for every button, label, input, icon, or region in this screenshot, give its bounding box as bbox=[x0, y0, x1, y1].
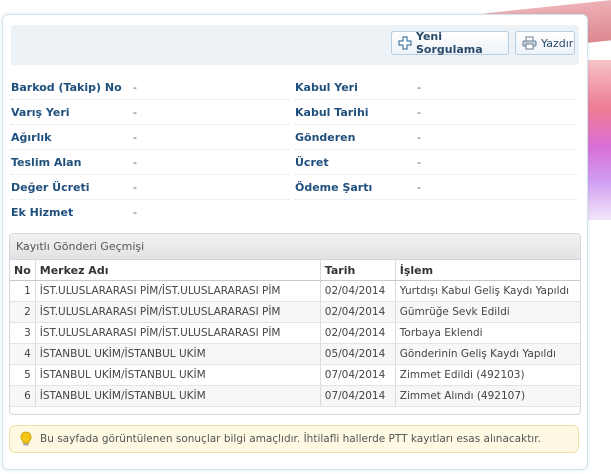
info-label: Gönderen bbox=[295, 130, 356, 144]
info-value: - bbox=[133, 180, 137, 194]
cell-center: İSTANBUL UKİM/İSTANBUL UKİM bbox=[35, 343, 321, 365]
plus-icon bbox=[398, 36, 412, 50]
info-row-weight: Ağırlık - bbox=[11, 125, 289, 150]
info-label: Barkod (Takip) No bbox=[11, 80, 122, 94]
info-value: - bbox=[417, 180, 421, 194]
info-label: Ağırlık bbox=[11, 130, 52, 144]
info-value: - bbox=[417, 105, 421, 119]
column-header-center: Merkez Adı bbox=[35, 260, 321, 281]
info-row-fee: Ücret - bbox=[295, 150, 577, 175]
info-label: Ödeme Şartı bbox=[295, 180, 373, 194]
cell-no: 5 bbox=[10, 364, 36, 386]
cell-date: 02/04/2014 bbox=[320, 280, 396, 302]
cell-center: İST.ULUSLARARASI PİM/İST.ULUSLARARASI Pİ… bbox=[35, 322, 321, 344]
shipment-history: Kayıtlı Gönderi Geçmişi No Merkez Adı Ta… bbox=[9, 233, 581, 415]
info-row-extra-service: Ek Hizmet - bbox=[11, 200, 289, 224]
info-value: - bbox=[133, 130, 137, 144]
cell-center: İSTANBUL UKİM/İSTANBUL UKİM bbox=[35, 385, 321, 407]
cell-date: 02/04/2014 bbox=[320, 301, 396, 323]
history-title: Kayıtlı Gönderi Geçmişi bbox=[10, 234, 580, 260]
cell-action: Torbaya Eklendi bbox=[395, 322, 580, 344]
table-row: 1 İST.ULUSLARARASI PİM/İST.ULUSLARARASI … bbox=[10, 280, 580, 302]
column-header-action: İşlem bbox=[395, 260, 580, 281]
cell-date: 07/04/2014 bbox=[320, 364, 396, 386]
cell-action: Yurtdışı Kabul Geliş Kaydı Yapıldı bbox=[395, 280, 580, 302]
info-value: - bbox=[133, 205, 137, 219]
cell-no: 3 bbox=[10, 322, 36, 344]
table-row: 5 İSTANBUL UKİM/İSTANBUL UKİM 07/04/2014… bbox=[10, 364, 580, 386]
cell-action: Gönderinin Geliş Kaydı Yapıldı bbox=[395, 343, 580, 365]
cell-no: 2 bbox=[10, 301, 36, 323]
print-button[interactable]: Yazdır bbox=[515, 31, 575, 55]
info-value: - bbox=[417, 80, 421, 94]
table-row: 3 İST.ULUSLARARASI PİM/İST.ULUSLARARASI … bbox=[10, 322, 580, 344]
info-row-acceptance-place: Kabul Yeri - bbox=[295, 75, 577, 100]
cell-date: 05/04/2014 bbox=[320, 343, 396, 365]
tracking-panel: Yeni Sorgulama Yazdır Barkod (Takip) No -… bbox=[2, 14, 588, 470]
toolbar: Yeni Sorgulama Yazdır bbox=[11, 25, 579, 65]
lightbulb-icon bbox=[20, 431, 32, 447]
shipment-info-right: Kabul Yeri - Kabul Tarihi - Gönderen - Ücre… bbox=[295, 75, 577, 200]
shipment-info-left: Barkod (Takip) No - Varış Yeri - Ağırlık - … bbox=[11, 75, 289, 224]
cell-date: 07/04/2014 bbox=[320, 385, 396, 407]
table-row: 2 İST.ULUSLARARASI PİM/İST.ULUSLARARASI … bbox=[10, 301, 580, 323]
table-row: 6 İSTANBUL UKİM/İSTANBUL UKİM 07/04/2014… bbox=[10, 385, 580, 407]
column-header-no: No bbox=[10, 260, 36, 281]
print-label: Yazdır bbox=[541, 36, 574, 50]
cell-date: 02/04/2014 bbox=[320, 322, 396, 344]
info-row-barcode: Barkod (Takip) No - bbox=[11, 75, 289, 100]
history-table: No Merkez Adı Tarih İşlem 1 İST.ULUSLARA… bbox=[10, 260, 580, 407]
info-value: - bbox=[133, 105, 137, 119]
info-label: Kabul Tarihi bbox=[295, 105, 369, 119]
history-header-row: No Merkez Adı Tarih İşlem bbox=[10, 260, 580, 281]
info-label: Teslim Alan bbox=[11, 155, 82, 169]
info-value: - bbox=[133, 80, 137, 94]
cell-action: Zimmet Edildi (492103) bbox=[395, 364, 580, 386]
info-label: Değer Ücreti bbox=[11, 180, 90, 194]
cell-no: 4 bbox=[10, 343, 36, 365]
cell-no: 1 bbox=[10, 280, 36, 302]
info-label: Ek Hizmet bbox=[11, 205, 74, 219]
info-label: Kabul Yeri bbox=[295, 80, 358, 94]
new-query-button[interactable]: Yeni Sorgulama bbox=[391, 30, 509, 56]
cell-center: İST.ULUSLARARASI PİM/İST.ULUSLARARASI Pİ… bbox=[35, 280, 321, 302]
info-label: Ücret bbox=[295, 155, 329, 169]
info-value: - bbox=[133, 155, 137, 169]
cell-no: 6 bbox=[10, 385, 36, 407]
info-label: Varış Yeri bbox=[11, 105, 70, 119]
cell-action: Zimmet Alındı (492107) bbox=[395, 385, 580, 407]
info-value: - bbox=[417, 155, 421, 169]
cell-center: İSTANBUL UKİM/İSTANBUL UKİM bbox=[35, 364, 321, 386]
info-row-sender: Gönderen - bbox=[295, 125, 577, 150]
info-row-destination: Varış Yeri - bbox=[11, 100, 289, 125]
info-row-acceptance-date: Kabul Tarihi - bbox=[295, 100, 577, 125]
info-notice: Bu sayfada görüntülenen sonuçlar bilgi a… bbox=[9, 425, 579, 453]
info-row-receiver: Teslim Alan - bbox=[11, 150, 289, 175]
info-row-value-fee: Değer Ücreti - bbox=[11, 175, 289, 200]
printer-icon bbox=[522, 36, 537, 50]
column-header-date: Tarih bbox=[320, 260, 396, 281]
notice-text: Bu sayfada görüntülenen sonuçlar bilgi a… bbox=[40, 433, 541, 445]
cell-action: Gümrüğe Sevk Edildi bbox=[395, 301, 580, 323]
info-value: - bbox=[417, 130, 421, 144]
cell-center: İST.ULUSLARARASI PİM/İST.ULUSLARARASI Pİ… bbox=[35, 301, 321, 323]
new-query-label: Yeni Sorgulama bbox=[416, 30, 483, 56]
info-row-payment-terms: Ödeme Şartı - bbox=[295, 175, 577, 200]
table-row: 4 İSTANBUL UKİM/İSTANBUL UKİM 05/04/2014… bbox=[10, 343, 580, 365]
